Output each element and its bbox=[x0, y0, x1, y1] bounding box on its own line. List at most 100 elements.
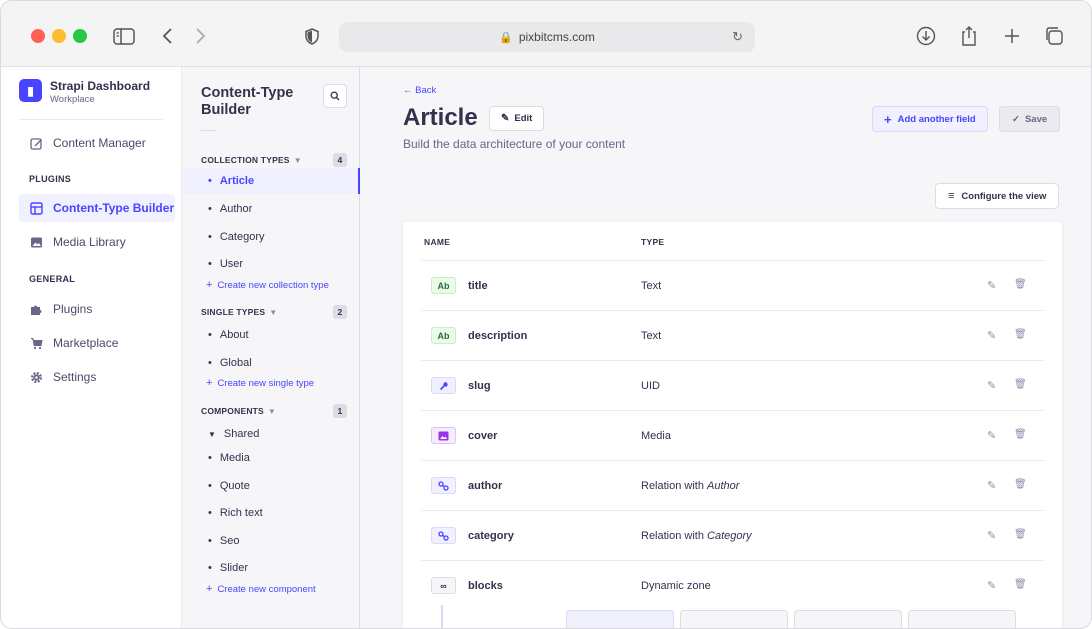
back-nav-icon[interactable] bbox=[154, 23, 180, 49]
field-type: Relation with Category bbox=[641, 530, 752, 542]
plus-icon: + bbox=[206, 279, 213, 291]
delete-field-trash-icon[interactable]: 🗑 bbox=[1014, 379, 1027, 390]
privacy-shield-icon[interactable] bbox=[299, 23, 325, 49]
dynamic-zone-component-tab[interactable] bbox=[566, 610, 674, 628]
search-button[interactable] bbox=[323, 84, 347, 108]
relation-target: Author bbox=[707, 480, 740, 492]
forward-nav-icon[interactable] bbox=[188, 23, 214, 49]
edit-field-pencil-icon[interactable]: ✎ bbox=[987, 479, 996, 492]
create-collection-type-link[interactable]: + Create new collection type bbox=[206, 279, 329, 291]
field-name: blocks bbox=[468, 580, 503, 592]
table-row[interactable]: ∞ blocks Dynamic zone ✎ 🗑 bbox=[421, 560, 1044, 610]
minimize-window-button[interactable] bbox=[52, 29, 66, 43]
field-name: category bbox=[468, 530, 514, 542]
reload-icon[interactable]: ↻ bbox=[732, 29, 743, 45]
subnav-item-label: Quote bbox=[219, 480, 250, 492]
create-single-type-link[interactable]: + Create new single type bbox=[206, 377, 314, 389]
tab-overview-icon[interactable] bbox=[1041, 23, 1067, 49]
field-type: Text bbox=[641, 280, 662, 292]
download-icon[interactable] bbox=[913, 23, 939, 49]
delete-field-trash-icon[interactable]: 🗑 bbox=[1014, 279, 1027, 290]
delete-field-trash-icon[interactable]: 🗑 bbox=[1014, 429, 1027, 440]
dynamic-zone-component-tab[interactable] bbox=[908, 610, 1016, 628]
delete-field-trash-icon[interactable]: 🗑 bbox=[1014, 529, 1027, 540]
workspace-brand[interactable]: ▮ Strapi Dashboard Workplace bbox=[19, 79, 150, 105]
share-icon[interactable] bbox=[956, 23, 982, 49]
chevron-down-icon: ▼ bbox=[267, 407, 277, 416]
save-button[interactable]: ✓ Save bbox=[999, 106, 1061, 132]
field-type: Media bbox=[641, 430, 671, 442]
create-component-link[interactable]: + Create new component bbox=[206, 583, 316, 595]
pencil-square-icon bbox=[29, 136, 43, 150]
subnav-group-shared[interactable]: ▼ Shared bbox=[182, 421, 360, 447]
dynamic-zone-component-tab[interactable] bbox=[680, 610, 788, 628]
table-row[interactable]: category Relation with Category ✎ 🗑 bbox=[421, 510, 1044, 560]
subnav-item-category[interactable]: • Category bbox=[182, 224, 360, 250]
subnav-item-about[interactable]: • About bbox=[182, 322, 360, 348]
subnav-item-quote[interactable]: • Quote bbox=[182, 473, 360, 499]
single-types-toggle[interactable]: SINGLE TYPES ▼ 2 bbox=[201, 305, 347, 319]
nav-content-type-builder[interactable]: Content-Type Builder bbox=[19, 194, 175, 222]
dynamic-zone-connector bbox=[441, 605, 443, 628]
subnav-item-user[interactable]: • User bbox=[182, 251, 360, 277]
subnav-item-global[interactable]: • Global bbox=[182, 350, 360, 376]
list-settings-icon: ≡ bbox=[948, 190, 955, 202]
subnav-item-slider[interactable]: • Slider bbox=[182, 555, 360, 581]
delete-field-trash-icon[interactable]: 🗑 bbox=[1014, 579, 1027, 590]
nav-media-library[interactable]: Media Library bbox=[19, 228, 175, 256]
edit-field-pencil-icon[interactable]: ✎ bbox=[987, 529, 996, 542]
new-tab-icon[interactable] bbox=[999, 23, 1025, 49]
delete-field-trash-icon[interactable]: 🗑 bbox=[1014, 479, 1027, 490]
subnav-item-rich-text[interactable]: • Rich text bbox=[182, 500, 360, 526]
table-row[interactable]: cover Media ✎ 🗑 bbox=[421, 410, 1044, 460]
table-row[interactable]: Ab title Text ✎ 🗑 bbox=[421, 260, 1044, 310]
configure-view-button[interactable]: ≡ Configure the view bbox=[935, 183, 1060, 209]
address-bar[interactable]: 🔒 pixbitcms.com ↻ bbox=[339, 22, 755, 52]
pencil-icon: ✎ bbox=[501, 113, 510, 124]
text-field-icon: Ab bbox=[431, 277, 456, 294]
subnav-item-article[interactable]: • Article bbox=[182, 168, 360, 194]
nav-marketplace[interactable]: Marketplace bbox=[19, 329, 175, 357]
edit-field-pencil-icon[interactable]: ✎ bbox=[987, 379, 996, 392]
table-row[interactable]: Ab description Text ✎ 🗑 bbox=[421, 310, 1044, 360]
close-window-button[interactable] bbox=[31, 29, 45, 43]
edit-field-pencil-icon[interactable]: ✎ bbox=[987, 579, 996, 592]
nav-plugins[interactable]: Plugins bbox=[19, 295, 175, 323]
main-navigation: ▮ Strapi Dashboard Workplace Content Man… bbox=[1, 67, 182, 628]
delete-field-trash-icon[interactable]: 🗑 bbox=[1014, 329, 1027, 340]
sidebar-toggle-icon[interactable] bbox=[111, 23, 137, 49]
general-section-heading: GENERAL bbox=[29, 274, 76, 284]
table-row[interactable]: author Relation with Author ✎ 🗑 bbox=[421, 460, 1044, 510]
edit-field-pencil-icon[interactable]: ✎ bbox=[987, 429, 996, 442]
components-toggle[interactable]: COMPONENTS ▼ 1 bbox=[201, 404, 347, 418]
media-icon bbox=[431, 427, 456, 444]
plugins-section-heading: PLUGINS bbox=[29, 174, 72, 184]
edit-field-pencil-icon[interactable]: ✎ bbox=[987, 329, 996, 342]
edit-button[interactable]: ✎ Edit bbox=[489, 106, 545, 131]
dynamic-zone-component-tab[interactable] bbox=[794, 610, 902, 628]
subnav-item-author[interactable]: • Author bbox=[182, 196, 360, 222]
subnav-item-seo[interactable]: • Seo bbox=[182, 528, 360, 554]
collection-types-heading: COLLECTION TYPES bbox=[201, 155, 290, 165]
gear-icon bbox=[29, 370, 43, 384]
brand-subtitle: Workplace bbox=[50, 94, 95, 105]
relation-icon bbox=[431, 477, 456, 494]
table-row[interactable]: slug UID ✎ 🗑 bbox=[421, 360, 1044, 410]
edit-field-pencil-icon[interactable]: ✎ bbox=[987, 279, 996, 292]
save-label: Save bbox=[1024, 113, 1048, 125]
zoom-window-button[interactable] bbox=[73, 29, 87, 43]
create-collection-type-label: Create new collection type bbox=[217, 280, 329, 291]
nav-content-manager[interactable]: Content Manager bbox=[19, 129, 175, 157]
chevron-down-icon: ▼ bbox=[269, 308, 278, 317]
add-another-field-button[interactable]: + Add another field bbox=[872, 106, 988, 132]
browser-toolbar: 🔒 pixbitcms.com ↻ bbox=[1, 1, 1091, 67]
page-subtitle: Build the data architecture of your cont… bbox=[403, 137, 626, 151]
collection-types-toggle[interactable]: COLLECTION TYPES ▼ 4 bbox=[201, 153, 347, 167]
subnav-item-label: Author bbox=[219, 203, 253, 215]
field-type: Relation with Author bbox=[641, 480, 740, 492]
brand-title: Strapi Dashboard bbox=[50, 79, 151, 93]
back-link[interactable]: ← Back bbox=[403, 85, 436, 96]
nav-settings[interactable]: Settings bbox=[19, 363, 175, 391]
subnav-item-media[interactable]: • Media bbox=[182, 445, 360, 471]
layout-icon bbox=[29, 201, 43, 215]
